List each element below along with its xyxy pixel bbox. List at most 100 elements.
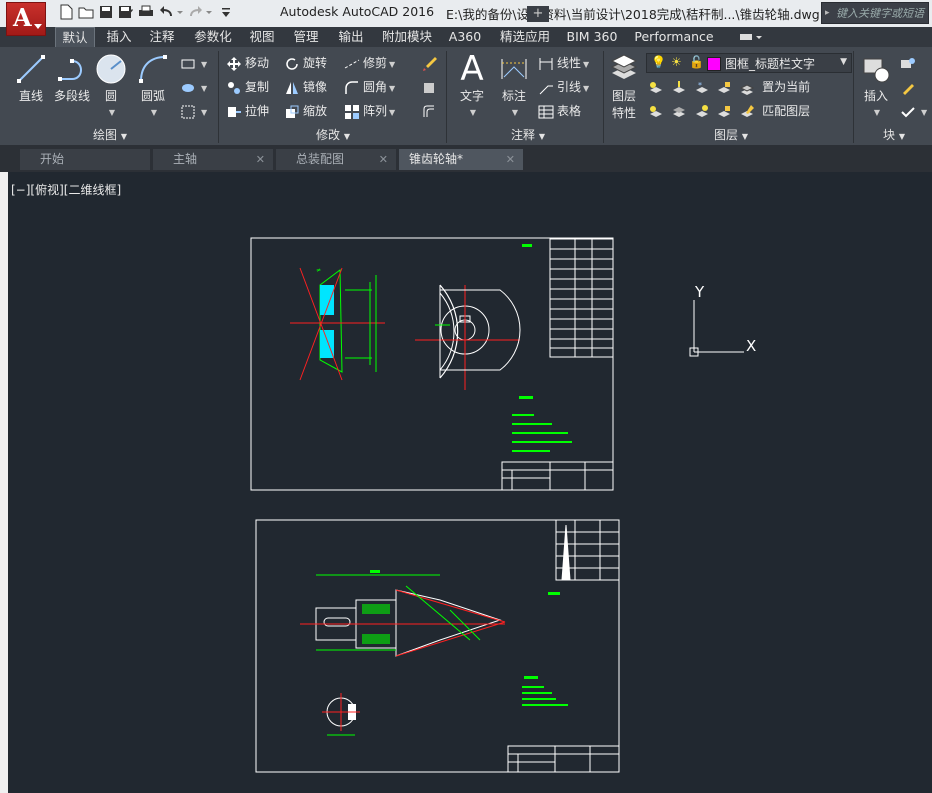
customize-icon[interactable] <box>218 4 234 20</box>
trim-icon <box>344 56 360 72</box>
layer-dropdown[interactable]: 💡 ☀ 🔓 图框_标题栏文字 ▼ <box>646 53 852 73</box>
doc-tab-start[interactable]: 开始 <box>20 149 150 170</box>
ribbon-minimize-icon[interactable] <box>735 27 765 47</box>
tab-featured-apps[interactable]: 精选应用 <box>494 27 556 47</box>
plot-icon[interactable] <box>138 4 154 20</box>
tab-addins[interactable]: 附加模块 <box>377 27 437 47</box>
layer-off-icon[interactable] <box>648 80 664 96</box>
tab-parametric[interactable]: 参数化 <box>189 27 237 47</box>
unlock-icon[interactable]: 🔓 <box>689 55 704 69</box>
layer-freeze-icon[interactable]: * <box>694 80 710 96</box>
insert-block-icon <box>860 53 892 85</box>
arc-dropdown-icon[interactable]: ▼ <box>151 108 157 117</box>
layer-unlock-icon[interactable] <box>716 104 732 120</box>
new-icon[interactable] <box>58 4 74 20</box>
tab-output[interactable]: 输出 <box>333 27 369 47</box>
boundary-icon <box>180 104 196 120</box>
boundary-button[interactable]: ▼ <box>180 101 207 121</box>
match-layer-icon[interactable] <box>739 104 755 120</box>
undo-icon[interactable] <box>158 4 184 20</box>
trim-button[interactable]: 修剪 ▼ <box>344 53 395 73</box>
fillet-button[interactable]: 圆角 ▼ <box>344 77 395 97</box>
viewport-controls-label[interactable]: [−][俯视][二维线框] <box>11 181 121 198</box>
layer-lock-icon[interactable] <box>716 80 732 96</box>
annotation-panel-title[interactable]: 注释 ▼ <box>454 127 602 143</box>
doc-tab-bevel-gear-shaft[interactable]: 锥齿轮轴* ✕ <box>399 149 523 170</box>
layer-unisolate-icon[interactable] <box>671 104 687 120</box>
tab-bim360[interactable]: BIM 360 <box>564 27 620 47</box>
scale-button[interactable]: 缩放 <box>284 101 327 121</box>
polyline-button[interactable]: 多段线 <box>52 53 92 104</box>
expand-arrow-icon[interactable]: ▸ <box>825 8 830 18</box>
explode-button[interactable] <box>421 77 440 97</box>
hatch-button[interactable]: ▼ <box>180 77 207 97</box>
offset-button[interactable] <box>421 101 440 121</box>
tab-manage[interactable]: 管理 <box>288 27 324 47</box>
save-icon[interactable] <box>98 4 114 20</box>
move-button[interactable]: 移动 <box>226 53 269 73</box>
layer-isolate-icon[interactable] <box>671 80 687 96</box>
search-box[interactable]: ▸ <box>821 2 929 24</box>
match-layer-label[interactable]: 匹配图层 <box>762 104 810 118</box>
stretch-icon <box>226 104 242 120</box>
rectangle-icon <box>180 56 196 72</box>
arc-label: 圆弧 <box>140 89 165 103</box>
new-tab-button[interactable]: + <box>527 6 549 22</box>
tab-view[interactable]: 视图 <box>245 27 279 47</box>
layer-stack-icon <box>608 53 640 85</box>
layer-thaw-icon[interactable] <box>694 104 710 120</box>
tab-performance[interactable]: Performance <box>630 27 718 47</box>
linear-dim-button[interactable]: 线性 ▼ <box>538 53 589 73</box>
edit-attributes-button[interactable]: ▼ <box>900 101 927 121</box>
drawing-canvas[interactable] <box>8 172 932 793</box>
set-current-label[interactable]: 置为当前 <box>762 80 810 94</box>
block-panel-title[interactable]: 块 ▼ <box>858 127 930 143</box>
text-button[interactable]: A 文字 ▼ <box>454 52 490 118</box>
create-block-button[interactable] <box>900 53 919 73</box>
redo-icon[interactable] <box>188 4 214 20</box>
insert-block-button[interactable]: 插入 ▼ <box>858 53 894 118</box>
rotate-button[interactable]: 旋转 <box>284 53 327 73</box>
close-icon[interactable]: ✕ <box>379 149 388 170</box>
modify-panel-title[interactable]: 修改 ▼ <box>226 127 440 143</box>
doc-tab-main-shaft[interactable]: 主轴 ✕ <box>153 149 273 170</box>
search-input[interactable] <box>836 5 926 21</box>
draw-panel-title[interactable]: 绘图 ▼ <box>10 127 210 143</box>
set-current-icon[interactable] <box>739 80 755 96</box>
tab-insert[interactable]: 插入 <box>101 27 137 47</box>
tab-a360[interactable]: A360 <box>445 27 485 47</box>
lightbulb-icon[interactable]: 💡 <box>651 55 666 69</box>
circle-dropdown-icon[interactable]: ▼ <box>109 108 115 117</box>
doc-tab-assembly[interactable]: 总装配图 ✕ <box>276 149 396 170</box>
tab-default[interactable]: 默认 <box>55 27 95 48</box>
sun-icon[interactable]: ☀ <box>671 55 682 69</box>
layer-on-icon[interactable] <box>648 104 664 120</box>
mirror-button[interactable]: 镜像 <box>284 77 327 97</box>
array-button[interactable]: 阵列 ▼ <box>344 101 395 121</box>
chevron-down-icon[interactable]: ▼ <box>840 57 847 67</box>
application-menu-button[interactable]: A <box>6 2 46 36</box>
hatch-icon <box>180 80 196 96</box>
line-button[interactable]: 直线 <box>14 53 48 104</box>
arc-button[interactable]: 圆弧 ▼ <box>136 53 170 118</box>
mirror-icon <box>284 80 300 96</box>
plus-icon: + <box>532 6 544 21</box>
layer-properties-button[interactable]: 图层 特性 <box>606 53 642 121</box>
stretch-button[interactable]: 拉伸 <box>226 101 269 121</box>
leader-button[interactable]: 引线 ▼ <box>538 77 589 97</box>
saveas-icon[interactable] <box>118 4 134 20</box>
close-icon[interactable]: ✕ <box>506 149 515 170</box>
circle-label: 圆 <box>104 89 117 103</box>
rectangle-button[interactable]: ▼ <box>180 53 207 73</box>
circle-button[interactable]: 圆 ▼ <box>94 53 128 118</box>
circle-icon <box>95 53 127 85</box>
layers-panel-title[interactable]: 图层 ▼ <box>606 127 856 143</box>
dimension-button[interactable]: 标注 ▼ <box>496 53 532 118</box>
open-icon[interactable] <box>78 4 94 20</box>
close-icon[interactable]: ✕ <box>256 149 265 170</box>
tab-annotate[interactable]: 注释 <box>144 27 180 47</box>
erase-button[interactable] <box>421 53 440 73</box>
table-button[interactable]: 表格 <box>538 101 581 121</box>
edit-block-button[interactable] <box>900 77 919 97</box>
copy-button[interactable]: 复制 <box>226 77 269 97</box>
